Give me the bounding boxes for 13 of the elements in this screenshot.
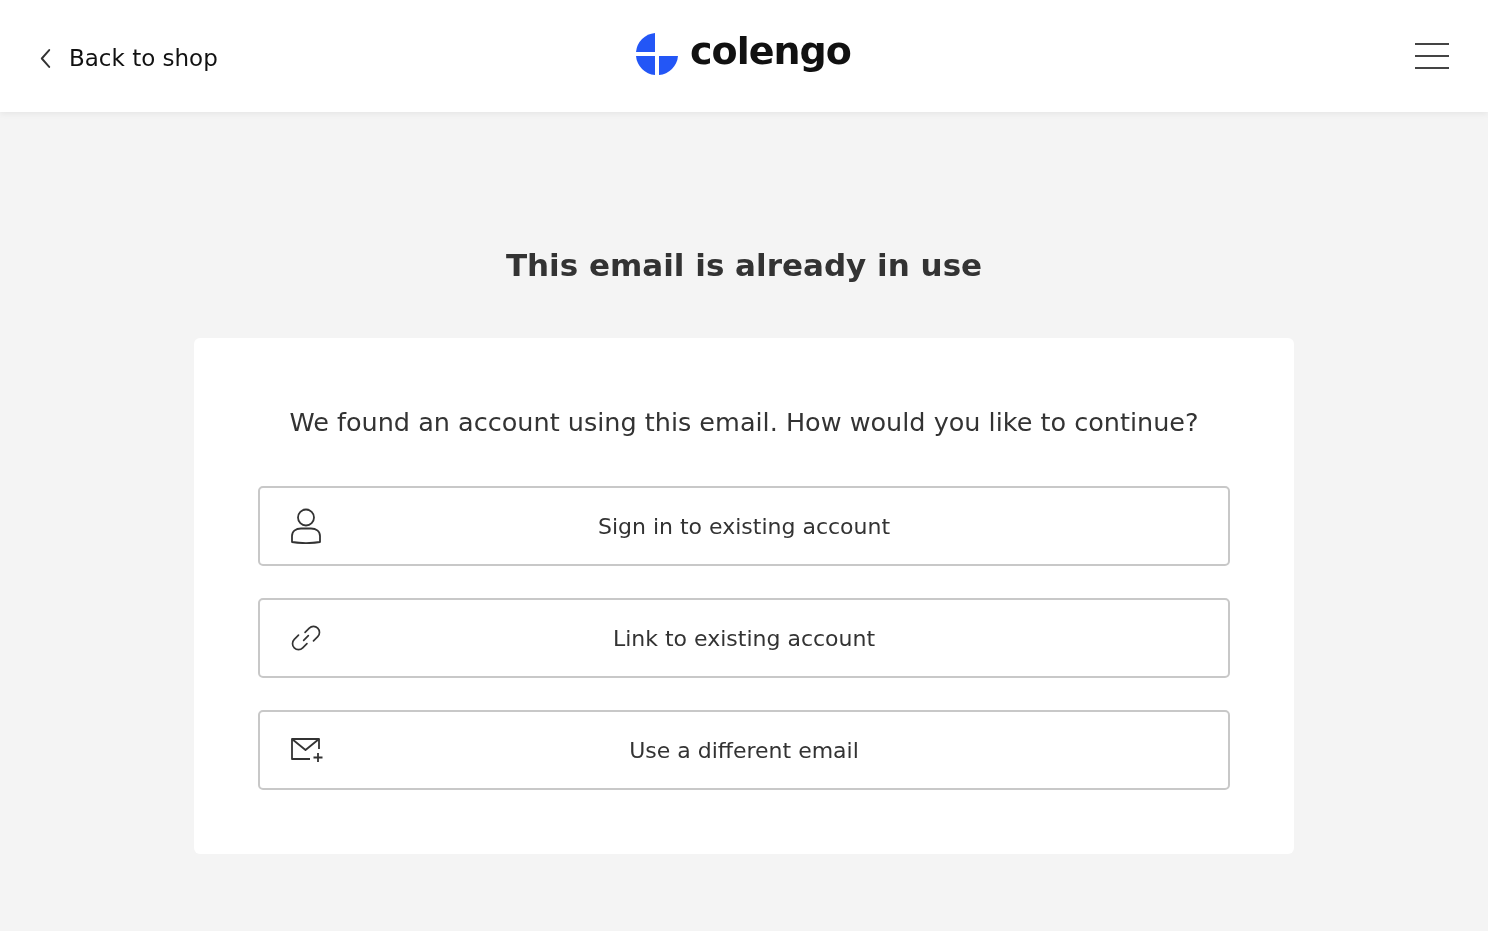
prompt-text: We found an account using this email. How would you like to continue? (289, 406, 1199, 439)
logo-text: colengo (690, 32, 851, 70)
person-icon (291, 508, 321, 544)
chevron-left-icon (40, 48, 51, 68)
page-title: This email is already in use (505, 246, 983, 285)
option-button[interactable]: Sign in to existing account (258, 486, 1230, 566)
menu-icon (1415, 43, 1449, 69)
logo-icon (636, 33, 678, 75)
back-to-shop-link[interactable]: Back to shop (40, 45, 218, 71)
option-button[interactable]: Link to existing account (258, 598, 1230, 678)
option-button[interactable]: Use a different email (258, 710, 1230, 790)
menu-button[interactable] (1415, 43, 1449, 69)
envelope-plus-icon (291, 738, 324, 762)
